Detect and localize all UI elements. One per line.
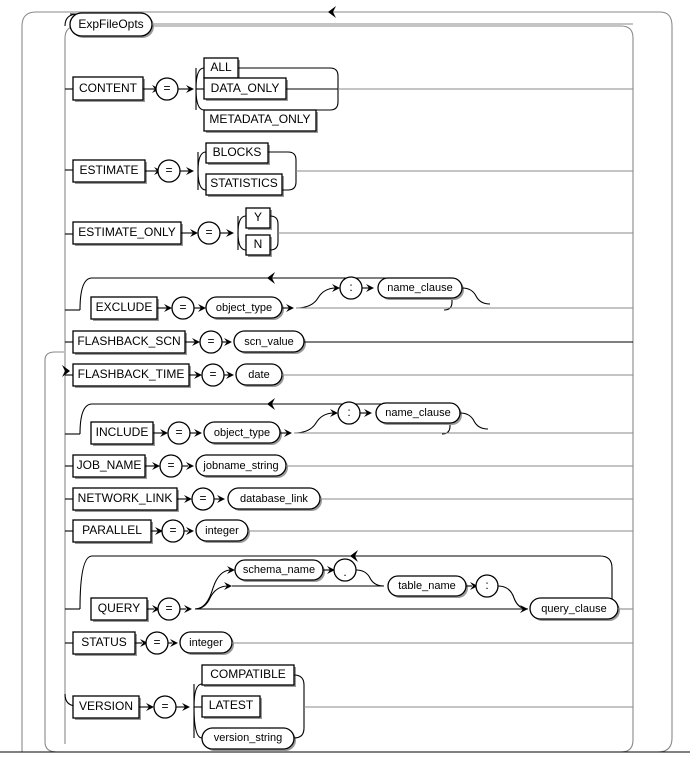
row-parallel: PARALLEL = integer xyxy=(65,519,633,544)
choice-label-estimate-blocks: BLOCKS xyxy=(213,145,262,159)
operator-label-job-name: = xyxy=(167,458,174,472)
keyword-label-flashback-scn: FLASHBACK_SCN xyxy=(77,334,180,348)
operator-label-estimate: = xyxy=(165,163,172,177)
keyword-label-include: INCLUDE xyxy=(96,425,149,439)
value-label-parallel: integer xyxy=(205,525,239,537)
value-label-include-object-type: object_type xyxy=(214,427,270,439)
operator-label-parallel: = xyxy=(169,523,176,537)
keyword-label-query: QUERY xyxy=(98,601,140,615)
operator-label-flashback-scn: = xyxy=(207,334,214,348)
row-flashback-scn: FLASHBACK_SCN = scn_value xyxy=(65,330,633,355)
operator-label-exclude: = xyxy=(179,300,186,314)
choice-label-content-all: ALL xyxy=(210,60,232,74)
choice-label-estimate-only-n: N xyxy=(254,237,263,251)
choice-label-content-data-only: DATA_ONLY xyxy=(211,81,280,95)
row-status: STATUS = integer xyxy=(65,631,633,656)
exp-file-opts-syntax-diagram: ExpFileOpts CONTENT = ALL DATA_ONLY META… xyxy=(0,0,690,760)
value-label-job-name: jobname_string xyxy=(202,460,278,472)
row-job-name: JOB_NAME = jobname_string xyxy=(65,454,633,479)
separator-label-query-dot: . xyxy=(343,565,346,579)
value-label-query-schema-name: schema_name xyxy=(243,564,315,576)
operator-label-include: = xyxy=(175,425,182,439)
row-include: INCLUDE = object_type : name_clause xyxy=(65,398,633,446)
choice-label-estimate-statistics: STATISTICS xyxy=(210,176,278,190)
separator-label-exclude-colon: : xyxy=(349,280,352,294)
keyword-label-job-name: JOB_NAME xyxy=(77,458,142,472)
keyword-label-content: CONTENT xyxy=(79,81,138,95)
row-network-link: NETWORK_LINK = database_link xyxy=(65,487,633,512)
keyword-label-flashback-time: FLASHBACK_TIME xyxy=(78,367,185,381)
keyword-label-parallel: PARALLEL xyxy=(82,523,142,537)
row-content: CONTENT = ALL DATA_ONLY METADATA_ONLY xyxy=(65,57,633,133)
separator-label-query-colon: : xyxy=(485,578,488,592)
value-label-network-link: database_link xyxy=(240,493,308,505)
keyword-label-version: VERSION xyxy=(79,699,133,713)
row-flashback-time: FLASHBACK_TIME = date xyxy=(65,363,633,388)
choice-label-estimate-only-y: Y xyxy=(254,210,262,224)
keyword-label-estimate-only: ESTIMATE_ONLY xyxy=(78,225,176,239)
keyword-label-exclude: EXCLUDE xyxy=(96,300,153,314)
value-label-exclude-name-clause: name_clause xyxy=(387,282,452,294)
operator-label-version: = xyxy=(161,699,168,713)
keyword-label-network-link: NETWORK_LINK xyxy=(78,491,173,505)
row-estimate: ESTIMATE = BLOCKS STATISTICS xyxy=(65,142,633,197)
choice-label-content-metadata-only: METADATA_ONLY xyxy=(209,112,310,126)
operator-label-query: = xyxy=(165,601,172,615)
operator-label-status: = xyxy=(153,635,160,649)
operator-label-network-link: = xyxy=(199,491,206,505)
choice-label-version-latest: LATEST xyxy=(209,698,254,712)
keyword-label-estimate: ESTIMATE xyxy=(79,163,138,177)
choice-label-version-compatible: COMPATIBLE xyxy=(210,667,286,681)
row-query: QUERY = schema_name . table_name : query… xyxy=(65,550,633,622)
value-label-status: integer xyxy=(189,637,223,649)
keyword-label-status: STATUS xyxy=(81,635,127,649)
value-label-include-name-clause: name_clause xyxy=(385,407,450,419)
entry-label: ExpFileOpts xyxy=(78,17,143,31)
row-exclude: EXCLUDE = object_type : name_clause xyxy=(65,272,633,321)
operator-label-content: = xyxy=(163,81,170,95)
row-version: VERSION = COMPATIBLE LATEST version_stri… xyxy=(64,664,633,751)
value-label-query-table-name: table_name xyxy=(398,580,456,592)
row-estimate-only: ESTIMATE_ONLY = Y N xyxy=(65,207,633,257)
operator-label-estimate-only: = xyxy=(205,225,212,239)
separator-label-include-colon: : xyxy=(347,405,350,419)
value-label-flashback-scn: scn_value xyxy=(244,336,294,348)
value-label-query-clause: query_clause xyxy=(541,603,606,615)
value-label-exclude-object-type: object_type xyxy=(216,302,272,314)
choice-label-version-string: version_string xyxy=(214,732,282,744)
operator-label-flashback-time: = xyxy=(209,367,216,381)
value-label-flashback-time: date xyxy=(248,369,269,381)
